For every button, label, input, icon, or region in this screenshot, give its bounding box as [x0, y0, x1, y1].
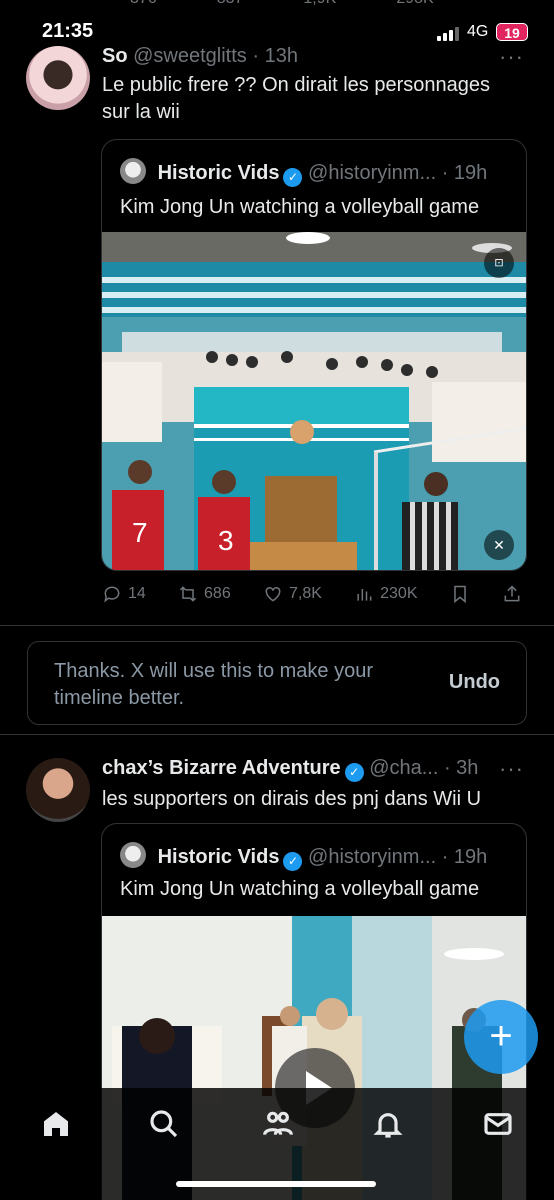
quote-text: Kim Jong Un watching a volleyball game: [120, 878, 480, 900]
repost-count: 686: [204, 585, 231, 602]
tab-home[interactable]: [40, 1108, 72, 1140]
verified-icon: ✓: [344, 763, 364, 782]
mute-icon[interactable]: ✕: [484, 530, 514, 560]
previous-tweet-actions: 376 837 1,9K 298K: [130, 0, 434, 8]
tweet-header: chax’s Bizarre Adventure ✓ @cha... · 3h: [102, 757, 478, 782]
author-handle[interactable]: @cha...: [369, 757, 438, 779]
verified-icon: ✓: [283, 168, 303, 187]
quote-time: · 19h: [441, 162, 488, 184]
quote-header: Historic Vids ✓ @historyinm... · 19h: [120, 158, 487, 187]
views-button[interactable]: 230K: [354, 584, 418, 604]
compose-button[interactable]: +: [464, 1000, 538, 1074]
tweet-header: So @sweetglitts · 13h: [102, 45, 298, 68]
author-handle[interactable]: @sweetglitts: [133, 45, 247, 67]
prev-view-count: 298K: [396, 0, 433, 8]
tab-communities[interactable]: [262, 1108, 294, 1140]
tweet-text: Le public frere ?? On dirait les personn…: [102, 74, 491, 123]
prev-repost-count: 837: [217, 0, 244, 8]
heart-icon: [265, 586, 281, 602]
tweet-time: · 13h: [252, 45, 298, 67]
video-frame: 7 3: [102, 232, 526, 570]
home-indicator: [176, 1181, 376, 1187]
quoted-tweet[interactable]: Historic Vids ✓ @historyinm... · 19h Kim …: [101, 139, 527, 571]
communities-icon: [263, 1111, 293, 1136]
battery-icon: 19: [496, 23, 528, 41]
views-icon: [357, 589, 372, 601]
like-count: 7,8K: [288, 585, 322, 602]
author-name[interactable]: chax’s Bizarre Adventure: [102, 757, 341, 779]
tab-messages[interactable]: [482, 1108, 514, 1140]
bell-icon: [373, 1113, 403, 1138]
prev-reply-count: 376: [130, 0, 157, 8]
more-icon[interactable]: ···: [499, 756, 524, 782]
quote-author-handle: @historyinm...: [308, 846, 437, 868]
network-type: 4G: [467, 23, 489, 40]
tweet-text: les supporters on dirais des pnj dans Wi…: [102, 788, 482, 810]
quote-author-handle: @historyinm...: [308, 162, 437, 184]
home-icon: [44, 1112, 68, 1136]
quote-text: Kim Jong Un watching a volleyball game: [120, 196, 480, 218]
divider: [0, 625, 554, 626]
share-icon: [504, 585, 520, 602]
bookmark-button[interactable]: [450, 584, 470, 604]
avatar[interactable]: [26, 46, 90, 110]
repost-button[interactable]: 686: [178, 584, 231, 604]
tweet-time: · 3h: [443, 757, 479, 779]
mail-icon: [484, 1113, 512, 1135]
reply-icon: [104, 586, 120, 603]
view-count: 230K: [380, 585, 418, 602]
signal-icon: [437, 27, 459, 41]
quote-header: Historic Vids ✓ @historyinm... · 19h: [120, 842, 487, 871]
tweet[interactable]: So @sweetglitts · 13h ··· Le public frer…: [0, 0, 554, 625]
undo-button[interactable]: Undo: [449, 671, 500, 694]
notice-text: Thanks. X will use this to make your tim…: [54, 660, 374, 709]
quote-author-name: Historic Vids: [157, 846, 280, 868]
avatar[interactable]: [26, 758, 90, 822]
search-icon: [150, 1110, 178, 1138]
like-button[interactable]: 7,8K: [263, 584, 322, 604]
quote-time: · 19h: [441, 846, 488, 868]
tab-notifications[interactable]: [372, 1108, 404, 1140]
status-bar: 376 837 1,9K 298K 21:35 4G 19: [0, 0, 554, 44]
more-icon[interactable]: ···: [499, 44, 524, 70]
jersey-number: 3: [218, 525, 234, 556]
quote-author-name: Historic Vids: [157, 162, 280, 184]
repost-icon: [180, 586, 197, 602]
quote-avatar: [120, 842, 146, 868]
bookmark-icon: [453, 585, 466, 604]
tab-search[interactable]: [148, 1108, 180, 1140]
reply-count: 14: [128, 585, 146, 602]
share-button[interactable]: [502, 584, 522, 604]
status-time: 21:35: [42, 20, 94, 42]
prev-like-count: 1,9K: [303, 0, 336, 8]
verified-icon: ✓: [283, 852, 303, 871]
author-name[interactable]: So: [102, 45, 128, 67]
video-media[interactable]: 7 3 ⊡ ✕: [102, 232, 526, 570]
captions-icon[interactable]: ⊡: [484, 248, 514, 278]
jersey-number: 7: [132, 517, 148, 548]
quote-avatar: [120, 158, 146, 184]
reply-button[interactable]: 14: [102, 584, 146, 604]
feedback-notice: Thanks. X will use this to make your tim…: [27, 641, 527, 725]
tweet-actions: 14 686 7,8K 230K: [102, 584, 522, 604]
